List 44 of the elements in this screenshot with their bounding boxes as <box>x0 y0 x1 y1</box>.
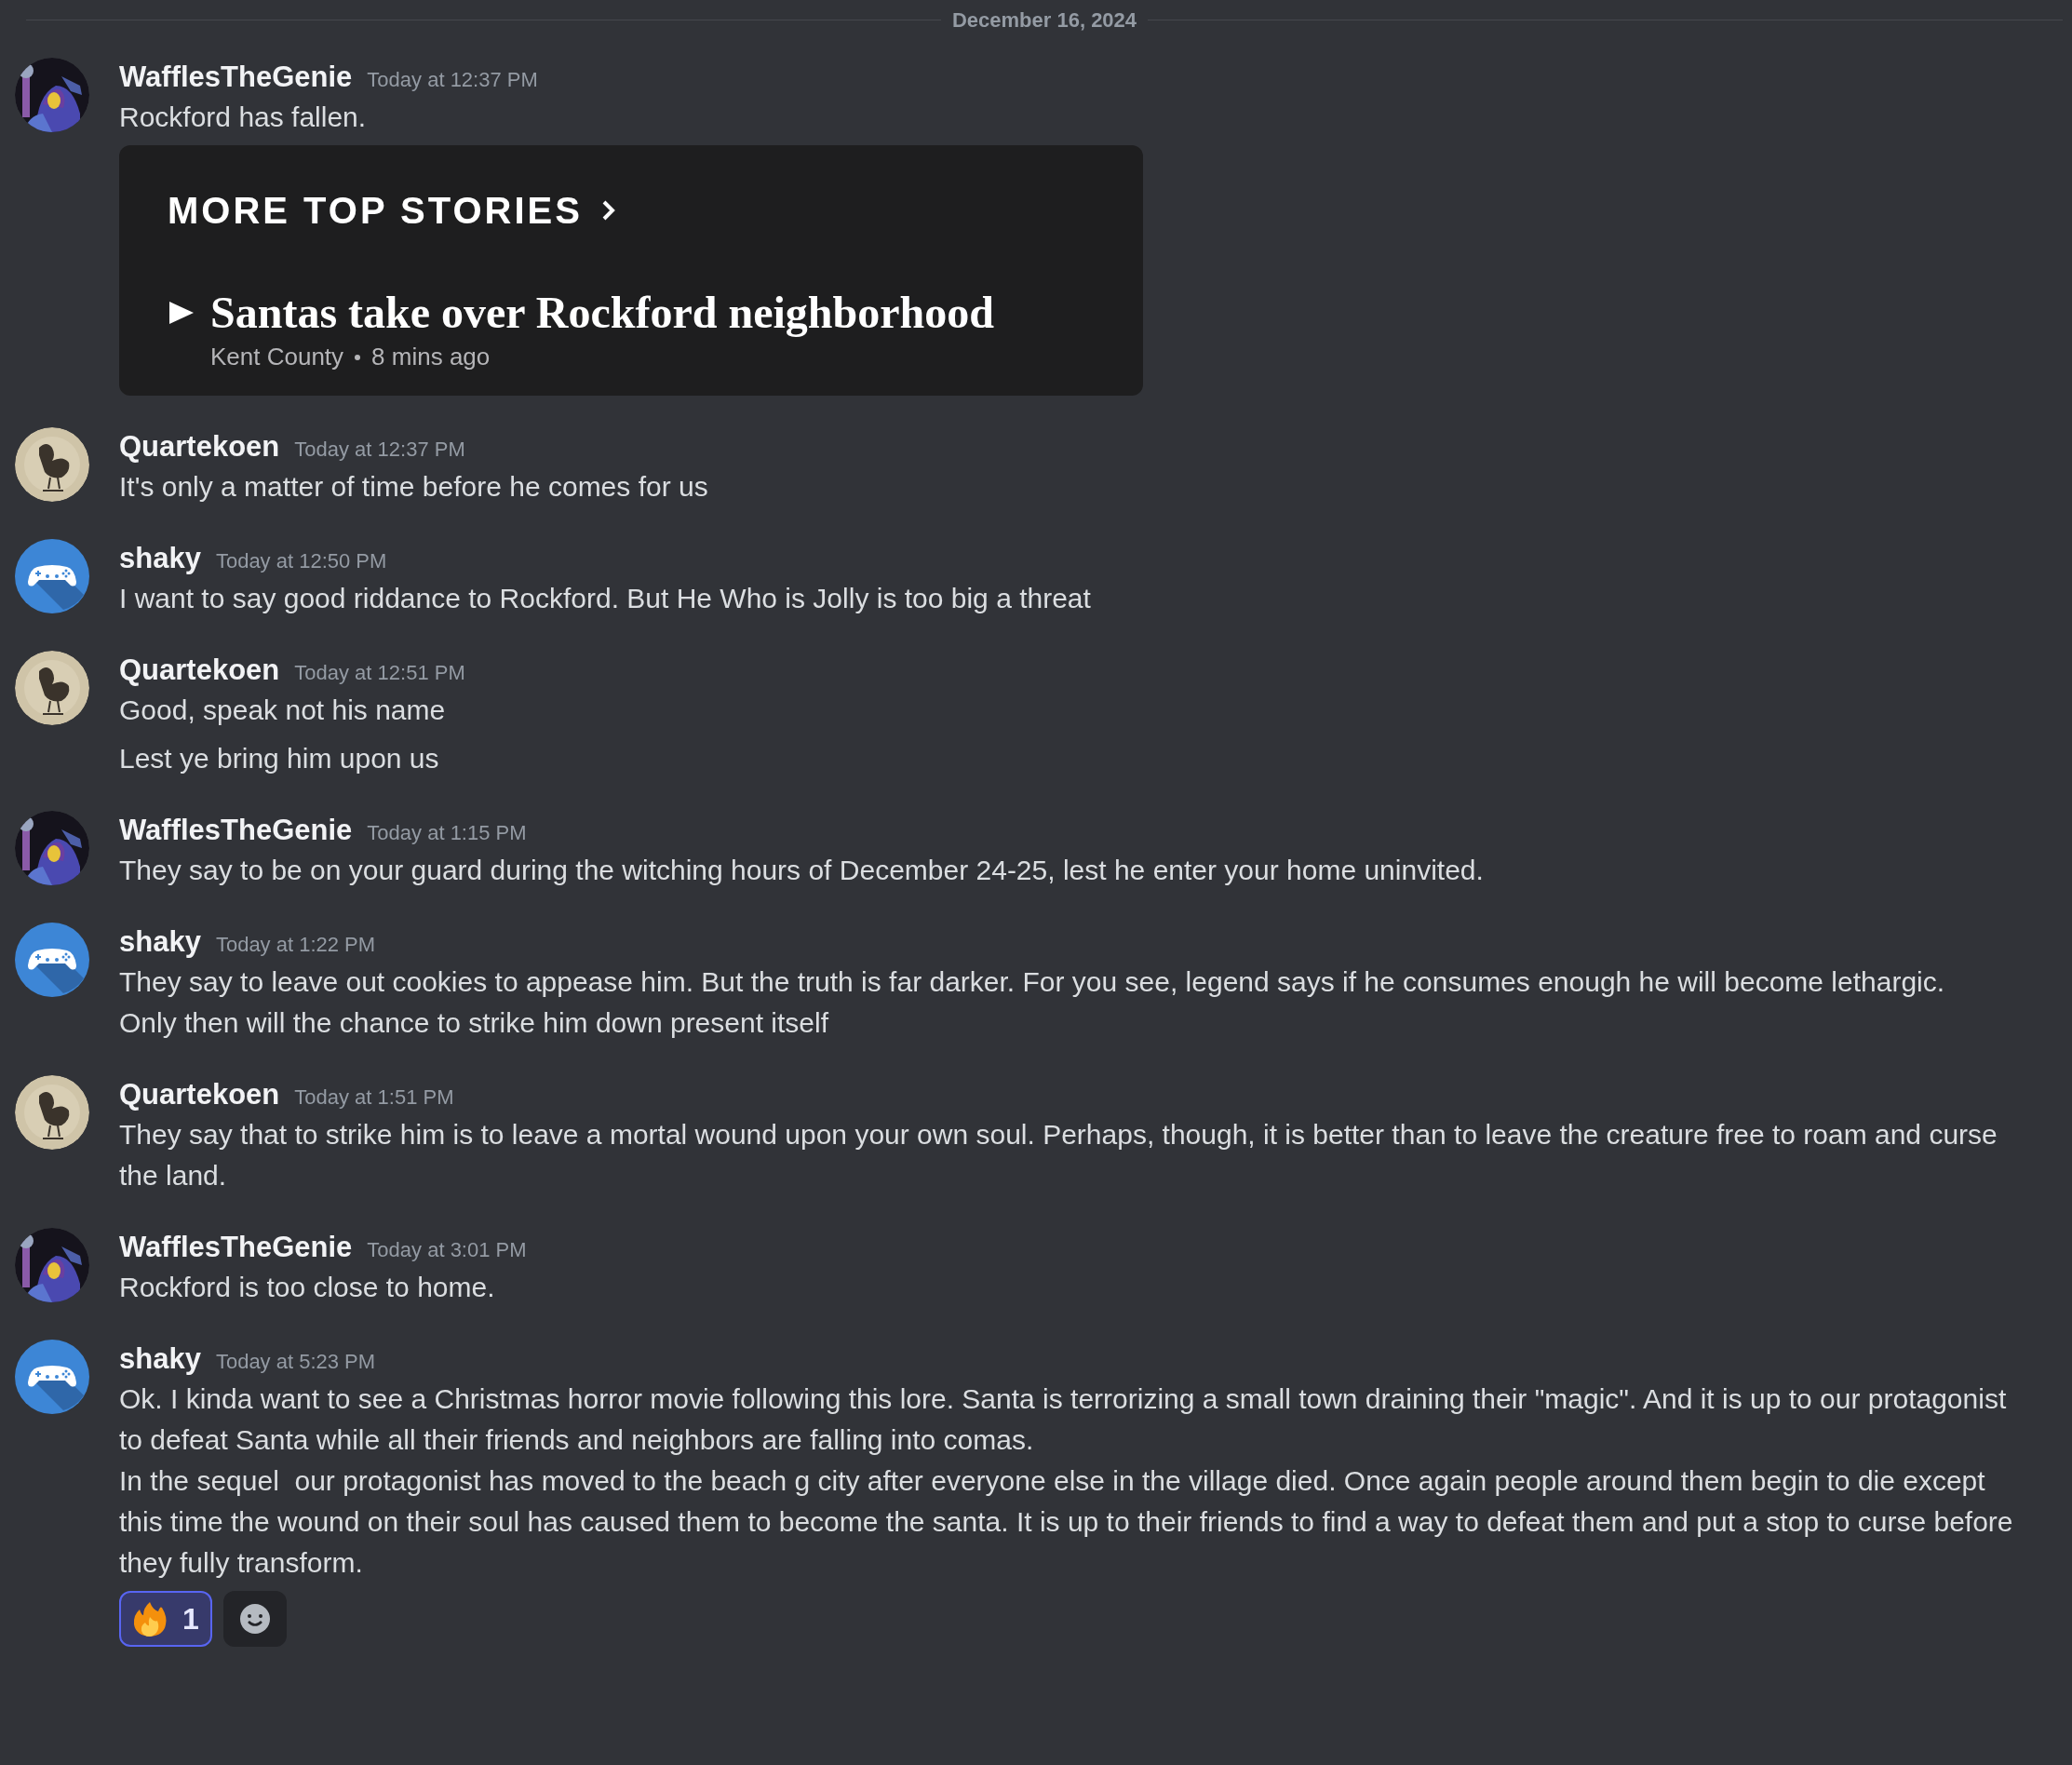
timestamp: Today at 3:01 PM <box>367 1237 527 1263</box>
message-text: Rockford is too close to home. <box>119 1271 496 1304</box>
username[interactable]: WafflesTheGenie <box>119 811 353 850</box>
timestamp: Today at 5:23 PM <box>215 1349 376 1375</box>
play-icon <box>168 300 195 326</box>
username[interactable]: Quartekoen <box>119 1075 280 1114</box>
message-text: Lest ye bring him upon us <box>119 742 440 775</box>
controller-avatar-icon <box>15 539 89 613</box>
date-divider: December 16, 2024 <box>950 7 1138 34</box>
username[interactable]: shaky <box>119 923 201 962</box>
embed-headline: Santas take over Rockford neighborhood <box>210 287 994 339</box>
add-reaction-button[interactable] <box>222 1591 287 1647</box>
message-text: It's only a matter of time before he comes for us <box>119 470 709 504</box>
message-text: In the sequel our protagonist has moved to the beach g city after everyone else in the village died. Once again people around them begin to die except this time the wound on their soul has caused them to become the santa. It is up to their friends to find a way to defeat them and put a stop to curse before they fully transform. <box>119 1464 2014 1580</box>
message-text: They say to be on your guard during the witching hours of December 24-25, lest he enter your home uninvited. <box>119 854 1485 887</box>
timestamp: Today at 1:15 PM <box>367 820 527 846</box>
embed-source: Kent County <box>210 342 344 372</box>
message-text: Good, speak not his name <box>119 694 447 727</box>
timestamp: Today at 1:51 PM <box>294 1085 454 1111</box>
timestamp: Today at 12:37 PM <box>294 437 465 463</box>
timestamp: Today at 12:37 PM <box>367 67 538 93</box>
controller-avatar-icon <box>15 1340 89 1414</box>
embed-age: 8 mins ago <box>371 342 491 372</box>
message-text: Only then will the chance to strike him down present itself <box>119 1006 830 1040</box>
timestamp: Today at 12:51 PM <box>294 660 465 686</box>
message-text: They say that to strike him is to leave a mortal wound upon your own soul. Perhaps, though, it is better than to leave the creature free to roam and curse the land. <box>119 1118 1998 1192</box>
smiley-icon <box>238 1603 271 1635</box>
embed-kicker: MORE TOP STORIES <box>168 189 583 233</box>
message-text: They say to leave out cookies to appease him. But the truth is far darker. For you see, legend says if he consumes enough he will become lethargic. <box>119 965 1946 999</box>
reaction-button[interactable]: 1 <box>119 1591 212 1647</box>
message-text: Rockford has fallen. <box>119 101 368 134</box>
username[interactable]: Quartekoen <box>119 427 280 466</box>
timestamp: Today at 1:22 PM <box>215 932 376 958</box>
message-text: I want to say good riddance to Rockford. But He Who is Jolly is too big a threat <box>119 582 1092 615</box>
username[interactable]: WafflesTheGenie <box>119 1228 353 1267</box>
username[interactable]: shaky <box>119 1340 201 1379</box>
fire-icon <box>132 1600 168 1637</box>
timestamp: Today at 12:50 PM <box>215 548 387 574</box>
username[interactable]: WafflesTheGenie <box>119 58 353 97</box>
message-text: Ok. I kinda want to see a Christmas horror movie following this lore. Santa is terrorizing a small town draining their "magic". And it is up to our protagonist to defeat Santa while all their friends and neighbors are falling into comas. <box>119 1382 2008 1457</box>
controller-avatar-icon <box>15 923 89 997</box>
username[interactable]: shaky <box>119 539 201 578</box>
chevron-right-icon <box>600 199 616 222</box>
username[interactable]: Quartekoen <box>119 651 280 690</box>
